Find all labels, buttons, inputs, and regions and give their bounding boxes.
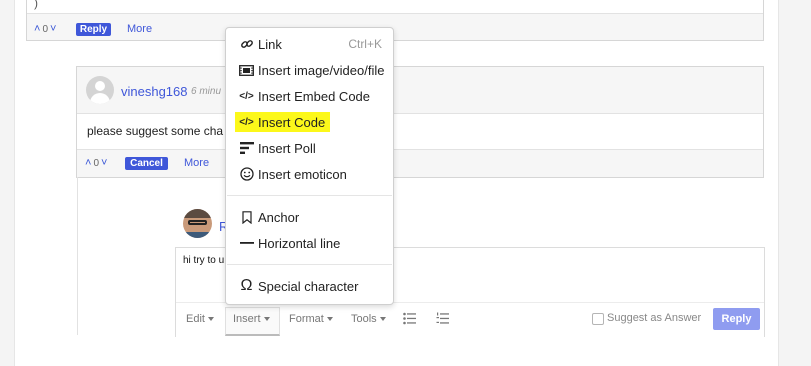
media-icon xyxy=(238,64,255,76)
chevron-down-icon xyxy=(207,317,214,321)
comment-vote: ˄ 0 ˅ xyxy=(85,157,107,169)
chevron-down-icon xyxy=(379,317,386,321)
menu-item-horizontal-line[interactable]: Horizontal line xyxy=(238,233,340,253)
comment-time: 6 minu xyxy=(191,86,222,97)
poll-icon xyxy=(238,142,255,154)
bullet-list-icon[interactable] xyxy=(403,312,417,328)
more-link[interactable]: More xyxy=(127,23,152,35)
avatar-body xyxy=(90,93,110,104)
comment-action-bar xyxy=(77,149,763,177)
avatar-head xyxy=(95,81,105,91)
upvote-icon[interactable]: ˄ xyxy=(34,23,40,35)
menu-item-anchor[interactable]: Anchor xyxy=(238,207,299,227)
comment-username[interactable]: vineshg168 xyxy=(121,84,188,99)
tools-menu-button[interactable]: Tools xyxy=(351,313,386,325)
comment-text: please suggest some cha xyxy=(87,124,224,138)
menu-item-insert-code[interactable]: </> Insert Code xyxy=(235,112,331,132)
reply-submit-button[interactable]: Reply xyxy=(713,308,760,330)
insert-menu-button[interactable]: Insert xyxy=(233,313,270,325)
code-icon: </> xyxy=(239,90,254,102)
menu-item-insert-emoticon[interactable]: Insert emoticon xyxy=(238,164,347,184)
omega-icon: Ω xyxy=(240,277,253,294)
avatar-shirt xyxy=(183,232,212,238)
downvote-icon[interactable]: ˅ xyxy=(101,157,107,169)
vote-count: 0 xyxy=(42,23,48,35)
chevron-down-icon xyxy=(263,317,270,321)
menu-item-special-character[interactable]: Ω Special character xyxy=(238,276,359,296)
upvote-icon[interactable]: ˄ xyxy=(85,157,91,169)
numbered-list-icon[interactable] xyxy=(436,312,450,328)
menu-divider xyxy=(227,195,392,196)
editor-text: hi try to u xyxy=(183,255,225,266)
format-menu-button[interactable]: Format xyxy=(289,313,333,325)
horizontal-line-icon xyxy=(238,241,255,245)
menu-item-insert-embed-code[interactable]: </> Insert Embed Code xyxy=(238,86,370,106)
reply-avatar xyxy=(183,209,212,238)
menu-divider xyxy=(227,264,392,265)
cancel-button[interactable]: Cancel xyxy=(125,157,168,170)
reply-button[interactable]: Reply xyxy=(76,23,111,36)
bookmark-icon xyxy=(238,210,255,224)
suggest-answer-label: Suggest as Answer xyxy=(607,312,702,324)
suggest-answer-checkbox[interactable] xyxy=(592,313,604,325)
menu-item-insert-media[interactable]: Insert image/video/file xyxy=(238,60,384,80)
insert-dropdown-menu: Link Ctrl+K Insert image/video/file </> … xyxy=(225,27,394,305)
avatar xyxy=(86,76,114,104)
top-comment-text-fragment: ) xyxy=(34,0,38,10)
shortcut-ctrl-k: Ctrl+K xyxy=(348,37,382,51)
avatar-hair xyxy=(183,209,212,218)
more-link[interactable]: More xyxy=(184,157,209,169)
downvote-icon[interactable]: ˅ xyxy=(50,23,56,35)
reply-region xyxy=(77,177,78,335)
avatar-glasses xyxy=(188,220,207,225)
code-icon: </> xyxy=(239,116,254,128)
top-comment-vote: ˄ 0 ˅ xyxy=(34,23,56,35)
menu-item-insert-poll[interactable]: Insert Poll xyxy=(238,138,316,158)
vote-count: 0 xyxy=(93,157,99,169)
smiley-icon xyxy=(238,167,255,181)
menu-item-link[interactable]: Link Ctrl+K xyxy=(238,34,382,54)
chevron-down-icon xyxy=(326,317,333,321)
link-icon xyxy=(238,37,255,51)
edit-menu-button[interactable]: Edit xyxy=(186,313,214,325)
